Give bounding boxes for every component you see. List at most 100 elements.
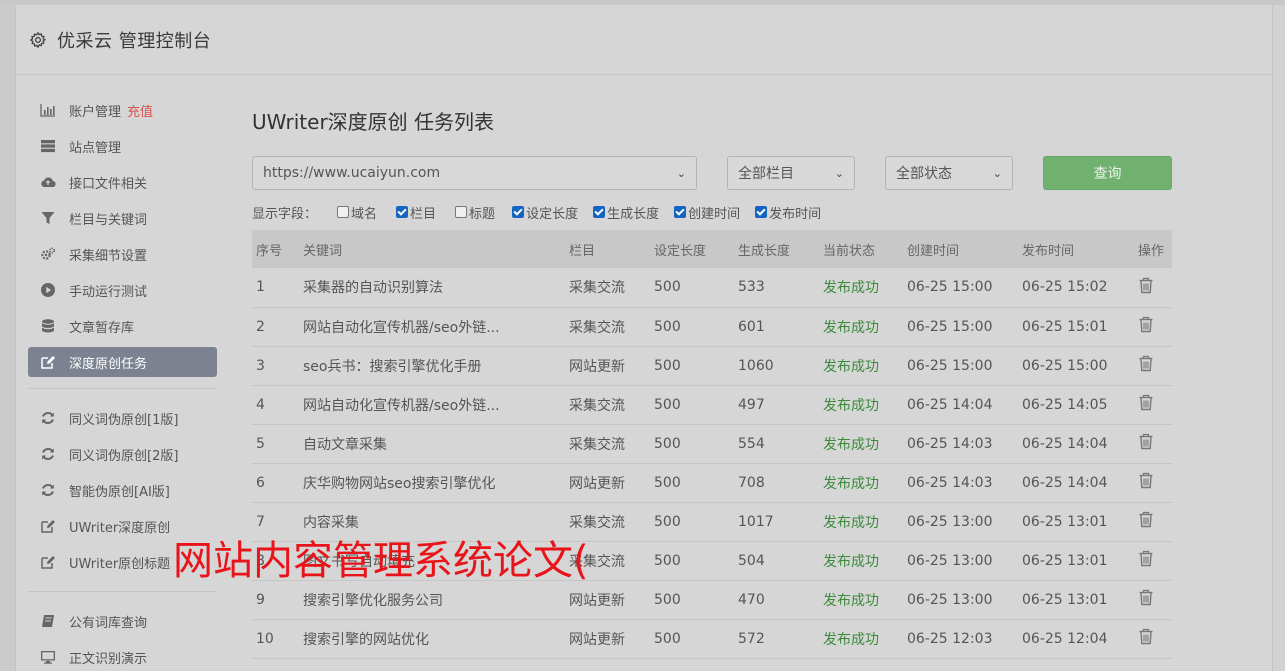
sidebar-item-label: 同义词伪原创[1版]: [69, 412, 179, 428]
display-fields-label: 显示字段：: [252, 206, 318, 222]
row-index: 4: [256, 396, 265, 413]
sidebar-item-synonym-v2[interactable]: 同义词伪原创[2版]: [28, 436, 218, 472]
row-gen-length: 1060: [738, 357, 774, 374]
trash-icon[interactable]: [1138, 277, 1154, 294]
field-checkbox-created[interactable]: 创建时间: [674, 203, 740, 222]
column-select[interactable]: 全部栏目 ⌄: [727, 156, 855, 190]
row-created-time: 06-25 15:00: [907, 357, 993, 374]
row-set-length: 500: [654, 630, 681, 647]
field-checkbox-column[interactable]: 栏目: [396, 203, 436, 222]
display-fields: 显示字段： 域名 栏目 标题 设定长度 生成长度 创建时间 发布时间: [252, 194, 1172, 230]
sidebar-item-public-lexicon[interactable]: 公有词库查询: [28, 603, 218, 639]
sidebar-item-label: 同义词伪原创[2版]: [69, 448, 179, 464]
column-header: 创建时间: [907, 243, 960, 259]
sidebar-item-manual-run[interactable]: 手动运行测试: [28, 272, 218, 308]
sidebar-item-ai-rewrite[interactable]: 智能伪原创[AI版]: [28, 472, 218, 508]
row-column: 网站更新: [569, 475, 625, 492]
filter-icon: [39, 210, 57, 226]
row-keyword: 庆华购物网站seo搜索引擎优化: [303, 475, 496, 492]
sidebar-item-label: 正文识别演示: [69, 651, 148, 667]
gear-icon: [29, 31, 47, 48]
checkbox[interactable]: [755, 206, 768, 218]
trash-icon[interactable]: [1138, 511, 1154, 528]
sidebar-item-synonym-v1[interactable]: 同义词伪原创[1版]: [28, 400, 218, 436]
sidebar-item-label: UWriter原创标题: [69, 556, 171, 572]
sidebar-item-sites[interactable]: 站点管理: [28, 128, 218, 164]
trash-icon[interactable]: [1138, 355, 1154, 372]
trash-icon[interactable]: [1138, 628, 1154, 645]
sidebar-item-interface[interactable]: 接口文件相关: [28, 164, 218, 200]
play-icon: [39, 282, 57, 298]
row-published-time: 06-25 14:05: [1022, 396, 1108, 413]
table-row: 1 采集器的自动识别算法 采集交流 500 533 发布成功 06-25 15:00 06-2…: [252, 268, 1172, 307]
row-index: 2: [256, 318, 265, 335]
sidebar-item-account[interactable]: 账户管理 充值: [28, 92, 218, 128]
sidebar-item-label: 站点管理: [69, 140, 122, 156]
checkbox-label: 域名: [351, 206, 378, 222]
row-status: 发布成功: [823, 280, 879, 297]
scrollbar[interactable]: [1273, 5, 1285, 671]
sidebar-item-body-detect[interactable]: 正文识别演示: [28, 639, 218, 671]
field-checkbox-set-length[interactable]: 设定长度: [512, 203, 578, 222]
field-checkbox-gen-length[interactable]: 生成长度: [593, 203, 659, 222]
checkbox[interactable]: [396, 206, 409, 218]
trash-icon[interactable]: [1138, 433, 1154, 450]
row-status: 发布成功: [823, 631, 879, 648]
sidebar-item-columns[interactable]: 栏目与关键词: [28, 200, 218, 236]
checkbox[interactable]: [674, 206, 687, 218]
task-table: 序号 关键词 栏目 设定长度 生成长度 当前状态 创建时间 发布时间 操作 1 采…: [252, 230, 1172, 659]
site-select[interactable]: https://www.ucaiyun.com ⌄: [252, 156, 697, 190]
recharge-link[interactable]: 充值: [127, 101, 153, 120]
refresh-icon: [39, 482, 57, 498]
sidebar-item-collect-settings[interactable]: 采集细节设置: [28, 236, 218, 272]
checkbox[interactable]: [455, 206, 468, 218]
sidebar-item-label: 接口文件相关: [69, 176, 148, 192]
row-gen-length: 470: [738, 591, 765, 608]
trash-icon[interactable]: [1138, 394, 1154, 411]
trash-icon[interactable]: [1138, 316, 1154, 333]
row-actions: [1138, 385, 1172, 424]
trash-icon[interactable]: [1138, 589, 1154, 606]
row-status: 发布成功: [823, 592, 879, 609]
row-actions: [1138, 502, 1172, 541]
field-checkbox-published[interactable]: 发布时间: [755, 203, 821, 222]
row-created-time: 06-25 13:00: [907, 591, 993, 608]
checkbox-label: 标题: [469, 206, 496, 222]
row-created-time: 06-25 15:00: [907, 318, 993, 335]
edit-icon: [39, 354, 57, 370]
row-actions: [1138, 424, 1172, 463]
overlay-caption: 网站内容管理系统论文(: [173, 538, 589, 584]
checkbox[interactable]: [593, 206, 606, 218]
sidebar-item-article-store[interactable]: 文章暂存库: [28, 308, 218, 344]
row-published-time: 06-25 12:04: [1022, 630, 1108, 647]
table-row: 5 自动文章采集 采集交流 500 554 发布成功 06-25 14:03 06-25 14…: [252, 424, 1172, 463]
database-icon: [39, 318, 57, 334]
row-column: 采集交流: [569, 280, 625, 297]
row-index: 5: [256, 435, 265, 452]
row-published-time: 06-25 13:01: [1022, 591, 1108, 608]
row-published-time: 06-25 13:01: [1022, 552, 1108, 569]
row-index: 3: [256, 357, 265, 374]
sidebar-item-deep-original[interactable]: 深度原创任务: [28, 347, 217, 377]
checkbox[interactable]: [337, 206, 350, 218]
table-body: 1 采集器的自动识别算法 采集交流 500 533 发布成功 06-25 15:00 06-2…: [252, 268, 1172, 658]
edit-icon: [39, 554, 57, 570]
row-set-length: 500: [654, 552, 681, 569]
row-status: 发布成功: [823, 475, 879, 492]
row-status: 发布成功: [823, 553, 879, 570]
cloud-upload-icon: [39, 174, 57, 190]
row-set-length: 500: [654, 357, 681, 374]
row-actions: [1138, 580, 1172, 619]
row-gen-length: 497: [738, 396, 765, 413]
row-status: 发布成功: [823, 436, 879, 453]
row-column: 采集交流: [569, 397, 625, 414]
field-checkbox-title[interactable]: 标题: [455, 203, 495, 222]
field-checkbox-domain[interactable]: 域名: [337, 203, 377, 222]
row-actions: [1138, 268, 1172, 307]
trash-icon[interactable]: [1138, 472, 1154, 489]
status-select[interactable]: 全部状态 ⌄: [885, 156, 1013, 190]
query-button[interactable]: 查询: [1043, 156, 1172, 190]
checkbox-label: 栏目: [410, 206, 437, 222]
checkbox[interactable]: [512, 206, 525, 218]
trash-icon[interactable]: [1138, 550, 1154, 567]
